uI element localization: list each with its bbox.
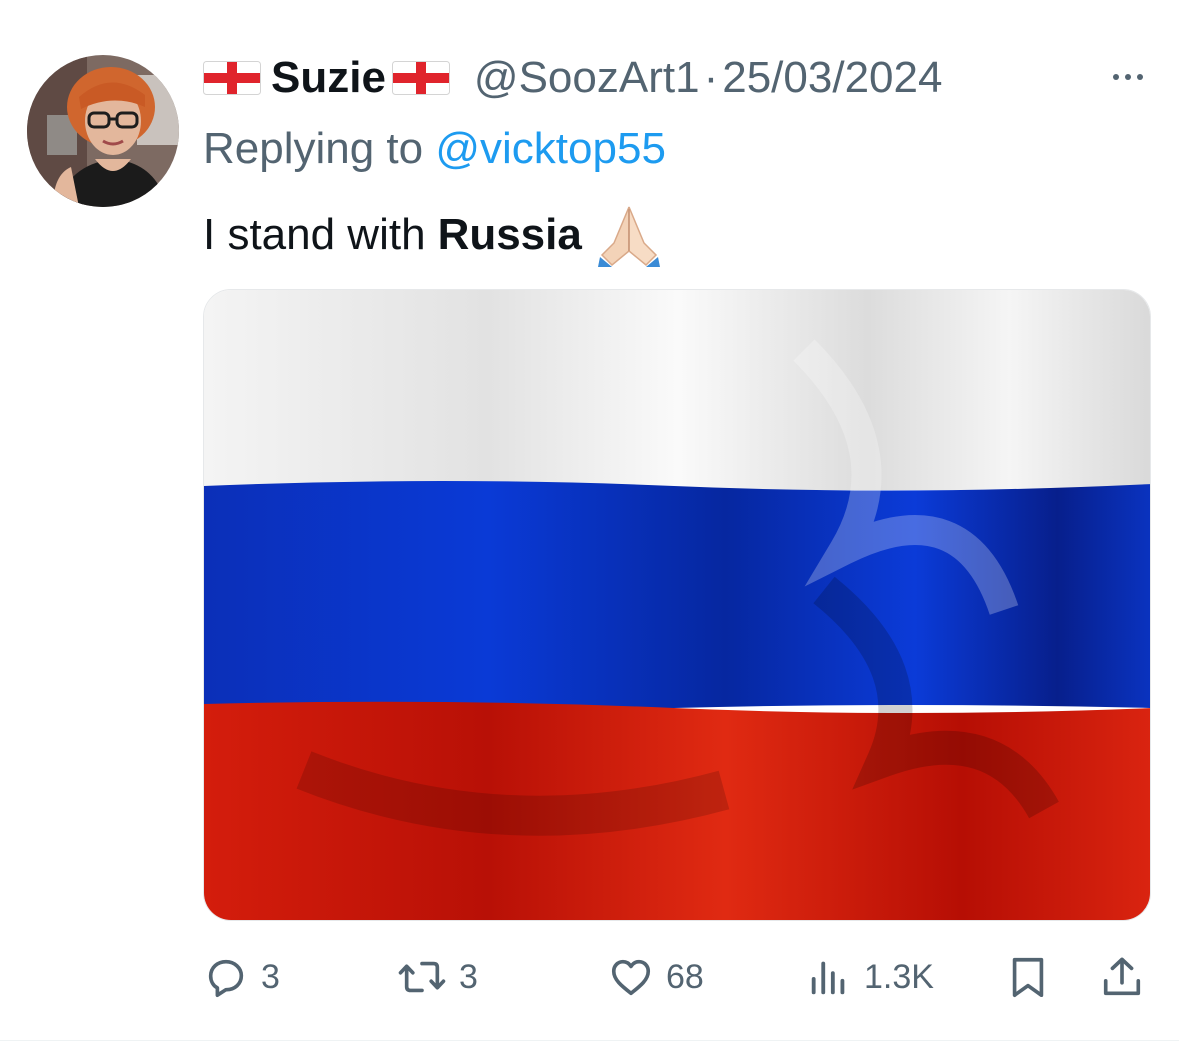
author-display-name[interactable]: Suzie <box>271 53 386 103</box>
replying-to-line: Replying to @vicktop55 <box>203 124 666 174</box>
avatar[interactable] <box>27 55 179 207</box>
tweet[interactable]: Suzie @SoozArt1 · 25/03/2024 Replying to… <box>0 0 1179 1050</box>
author-handle[interactable]: @SoozArt1 <box>474 53 700 103</box>
retweet-button[interactable]: 3 <box>397 945 478 1009</box>
bottom-divider <box>0 1040 1179 1041</box>
views-analytics-icon <box>811 961 845 995</box>
bookmark-button[interactable] <box>1005 945 1051 1009</box>
tweet-media-image[interactable] <box>203 289 1151 921</box>
reply-icon <box>208 959 244 998</box>
retweet-icon <box>398 961 446 993</box>
heart-icon <box>611 959 651 996</box>
tweet-text-plain: I stand with <box>203 210 426 259</box>
russia-flag-image <box>204 290 1150 920</box>
tweet-actions-bar: 3 3 68 1.3K <box>203 945 1151 1009</box>
tweet-header: Suzie @SoozArt1 · 25/03/2024 <box>203 52 1159 104</box>
folded-hands-icon <box>597 206 660 267</box>
share-button[interactable] <box>1099 945 1145 1009</box>
england-flag-icon <box>391 61 450 95</box>
share-icon <box>1103 957 1141 996</box>
tweet-text-bold: Russia <box>437 210 582 259</box>
like-count: 68 <box>666 957 704 996</box>
england-flag-icon <box>203 61 261 95</box>
more-options-icon[interactable] <box>1113 74 1143 80</box>
tweet-date[interactable]: 25/03/2024 <box>722 53 942 103</box>
replying-to-label: Replying to <box>203 124 436 173</box>
views-count: 1.3K <box>864 957 934 996</box>
reply-count: 3 <box>261 957 280 996</box>
like-button[interactable]: 68 <box>608 945 704 1009</box>
views-button[interactable]: 1.3K <box>806 945 934 1009</box>
bookmark-icon <box>1012 957 1044 998</box>
reply-button[interactable]: 3 <box>203 945 280 1009</box>
tweet-text: I stand with Russia <box>203 203 662 267</box>
separator-dot: · <box>703 53 719 102</box>
reply-to-handle-link[interactable]: @vicktop55 <box>435 124 666 173</box>
author-name-group[interactable]: Suzie <box>203 53 450 103</box>
retweet-count: 3 <box>459 957 478 996</box>
